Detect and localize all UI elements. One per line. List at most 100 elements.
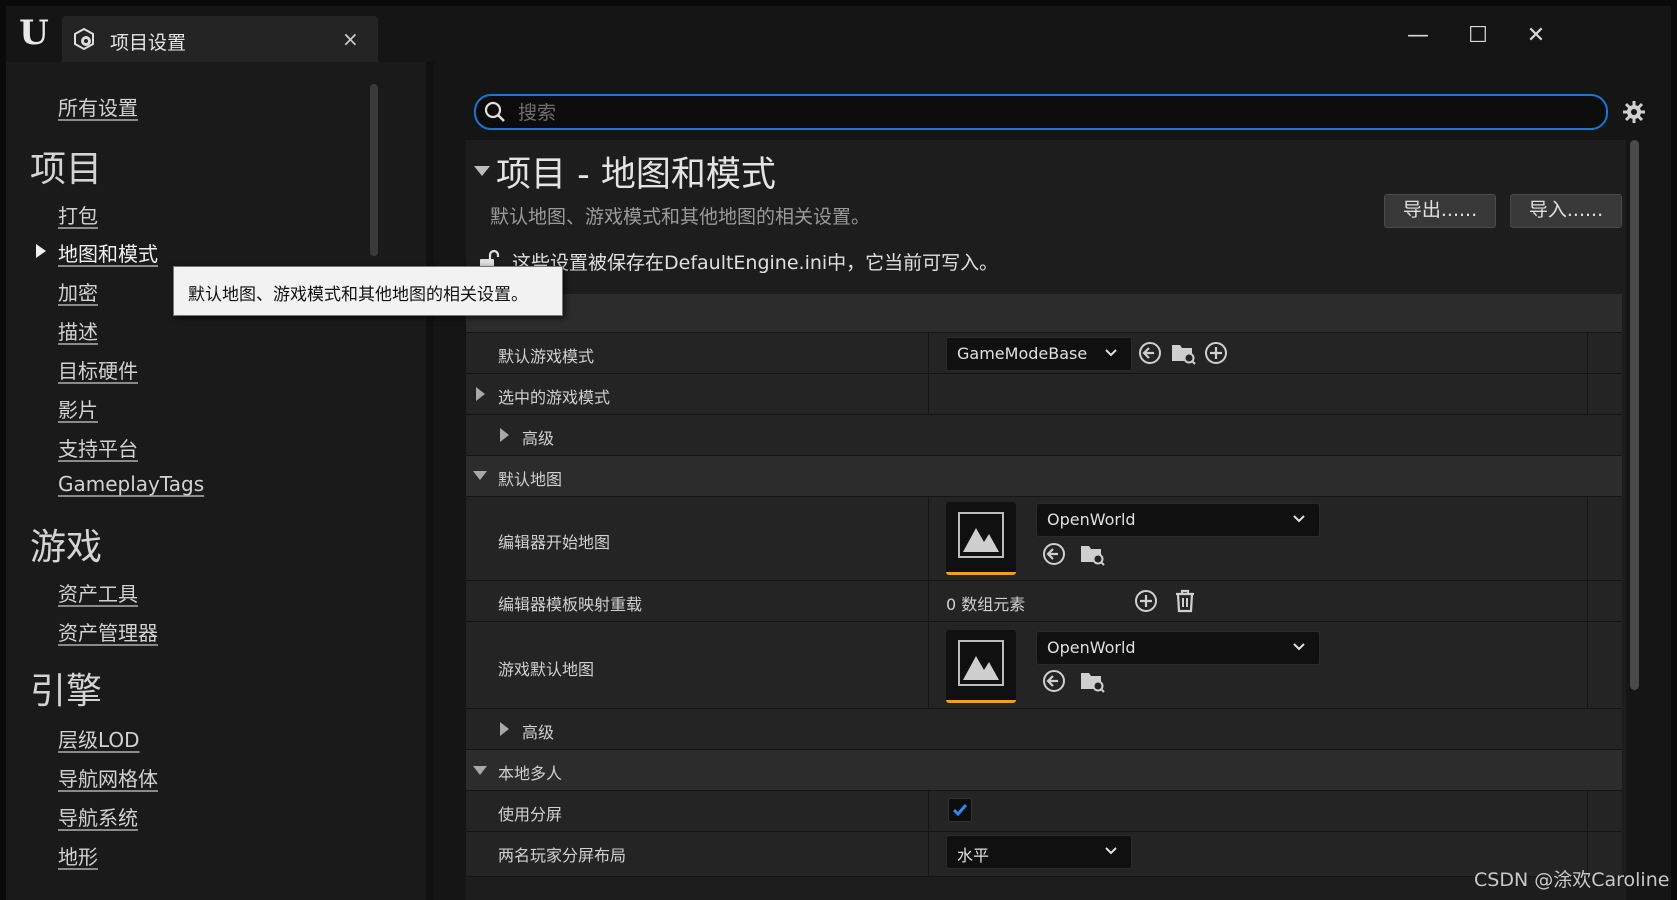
maximize-button[interactable]: ☐ <box>1458 18 1498 54</box>
gear-icon[interactable] <box>1622 100 1646 124</box>
category-local-multiplayer[interactable] <box>466 750 1622 791</box>
chevron-down-icon <box>1293 643 1305 651</box>
expand-arrow-icon[interactable] <box>500 722 509 736</box>
property-row-advanced[interactable] <box>466 415 1622 456</box>
column-divider <box>1587 333 1588 373</box>
settings-cube-icon <box>74 27 94 51</box>
trash-icon[interactable] <box>1172 588 1198 614</box>
default-game-mode-label: 默认游戏模式 <box>498 347 595 366</box>
column-divider <box>1587 497 1588 580</box>
tab-title: 项目设置 <box>110 32 187 54</box>
advanced-label: 高级 <box>522 723 555 742</box>
browse-folder-icon[interactable] <box>1079 541 1105 567</box>
use-selected-arrow-icon[interactable] <box>1137 340 1163 366</box>
property-row-advanced[interactable] <box>466 709 1622 750</box>
nav-item-maps-and-modes[interactable]: 地图和模式 <box>58 238 158 267</box>
nav-scrollbar[interactable] <box>370 84 378 256</box>
two-player-layout-label: 两名玩家分屏布局 <box>498 846 627 865</box>
collapse-arrow-icon[interactable] <box>474 166 490 176</box>
nav-item-description[interactable]: 描述 <box>58 316 98 345</box>
editor-startup-map-label: 编辑器开始地图 <box>498 533 611 552</box>
category-header-row <box>466 294 1622 333</box>
column-divider <box>1587 374 1588 414</box>
game-mode-dropdown[interactable]: GameModeBase <box>946 337 1132 371</box>
selected-game-mode-label: 选中的游戏模式 <box>498 388 611 407</box>
map-asset-icon <box>958 640 1004 686</box>
tab-project-settings[interactable]: 项目设置 × <box>62 16 378 62</box>
nav-section-game: 游戏 <box>30 527 103 568</box>
nav-tooltip: 默认地图、游戏模式和其他地图的相关设置。 <box>173 266 563 316</box>
nav-item-asset-tools[interactable]: 资产工具 <box>58 578 138 607</box>
editor-startup-map-dropdown[interactable]: OpenWorld <box>1036 503 1320 537</box>
tab-close-icon[interactable]: × <box>342 27 359 51</box>
export-button[interactable]: 导出...... <box>1384 194 1496 228</box>
game-default-map-value: OpenWorld <box>1047 638 1136 657</box>
page-subtitle: 默认地图、游戏模式和其他地图的相关设置。 <box>490 206 871 228</box>
collapse-arrow-icon[interactable] <box>473 471 487 480</box>
close-window-button[interactable]: ✕ <box>1516 18 1556 54</box>
editor-startup-map-value: OpenWorld <box>1047 510 1136 529</box>
nav-item-supported-platforms[interactable]: 支持平台 <box>58 433 138 462</box>
map-thumbnail[interactable] <box>946 630 1016 703</box>
expand-arrow-icon[interactable] <box>476 387 485 401</box>
selected-arrow-icon <box>36 244 46 258</box>
property-row-selected-game-mode[interactable] <box>466 374 1622 415</box>
content-scrollbar[interactable] <box>1630 140 1639 690</box>
search-box[interactable] <box>474 94 1608 130</box>
nav-item-movies[interactable]: 影片 <box>58 394 98 423</box>
column-divider <box>1587 622 1588 708</box>
nav-item-asset-manager[interactable]: 资产管理器 <box>58 617 158 646</box>
nav-item-encryption[interactable]: 加密 <box>58 277 98 306</box>
panel-splitter[interactable] <box>426 62 434 900</box>
column-divider <box>928 374 929 414</box>
tooltip-text: 默认地图、游戏模式和其他地图的相关设置。 <box>188 285 528 305</box>
title-bar: U 项目设置 × — ☐ ✕ <box>6 6 1671 62</box>
local-multiplayer-label: 本地多人 <box>498 764 563 783</box>
column-divider <box>1587 791 1588 831</box>
add-new-icon[interactable] <box>1203 340 1229 366</box>
use-selected-arrow-icon[interactable] <box>1041 541 1067 567</box>
column-divider <box>928 497 929 580</box>
column-divider <box>928 791 929 831</box>
editor-template-override-label: 编辑器模板映射重载 <box>498 595 643 614</box>
browse-folder-icon[interactable] <box>1079 668 1105 694</box>
page-title: 项目 - 地图和模式 <box>496 155 776 195</box>
import-button[interactable]: 导入...... <box>1510 194 1622 228</box>
unreal-logo-icon: U <box>19 13 49 53</box>
category-default-maps[interactable] <box>466 456 1622 497</box>
minimize-button[interactable]: — <box>1398 18 1438 54</box>
advanced-label: 高级 <box>522 429 555 448</box>
nav-section-project: 项目 <box>30 149 103 190</box>
checkmark-icon <box>952 804 968 817</box>
nav-item-landscape[interactable]: 地形 <box>58 841 98 870</box>
use-selected-arrow-icon[interactable] <box>1041 668 1067 694</box>
game-default-map-dropdown[interactable]: OpenWorld <box>1036 631 1320 665</box>
nav-item-hlod[interactable]: 层级LOD <box>58 724 140 753</box>
column-divider <box>1587 581 1588 621</box>
map-thumbnail[interactable] <box>946 502 1016 575</box>
expand-arrow-icon[interactable] <box>500 428 509 442</box>
game-default-map-label: 游戏默认地图 <box>498 660 595 679</box>
nav-item-navigation-system[interactable]: 导航系统 <box>58 802 138 831</box>
add-element-icon[interactable] <box>1133 588 1159 614</box>
chevron-down-icon <box>1105 847 1117 855</box>
nav-item-target-hardware[interactable]: 目标硬件 <box>58 355 138 384</box>
chevron-down-icon <box>1293 515 1305 523</box>
config-save-note: 这些设置被保存在DefaultEngine.ini中，它当前可写入。 <box>512 252 999 274</box>
two-player-layout-dropdown[interactable]: 水平 <box>946 835 1132 869</box>
chevron-down-icon <box>1105 349 1117 357</box>
column-divider <box>928 832 929 876</box>
use-splitscreen-checkbox[interactable] <box>948 798 972 822</box>
nav-item-gameplay-tags[interactable]: GameplayTags <box>58 472 204 496</box>
watermark: CSDN @涂欢Caroline <box>1474 869 1670 891</box>
nav-item-navmesh[interactable]: 导航网格体 <box>58 763 158 792</box>
nav-item-packaging[interactable]: 打包 <box>58 200 98 229</box>
nav-all-settings[interactable]: 所有设置 <box>58 92 138 121</box>
browse-folder-icon[interactable] <box>1170 340 1196 366</box>
use-splitscreen-label: 使用分屏 <box>498 805 563 824</box>
property-row-use-splitscreen <box>466 791 1622 832</box>
search-input[interactable] <box>516 99 1580 127</box>
search-icon <box>484 101 505 122</box>
collapse-arrow-icon[interactable] <box>473 766 487 775</box>
nav-section-engine: 引擎 <box>30 671 103 712</box>
